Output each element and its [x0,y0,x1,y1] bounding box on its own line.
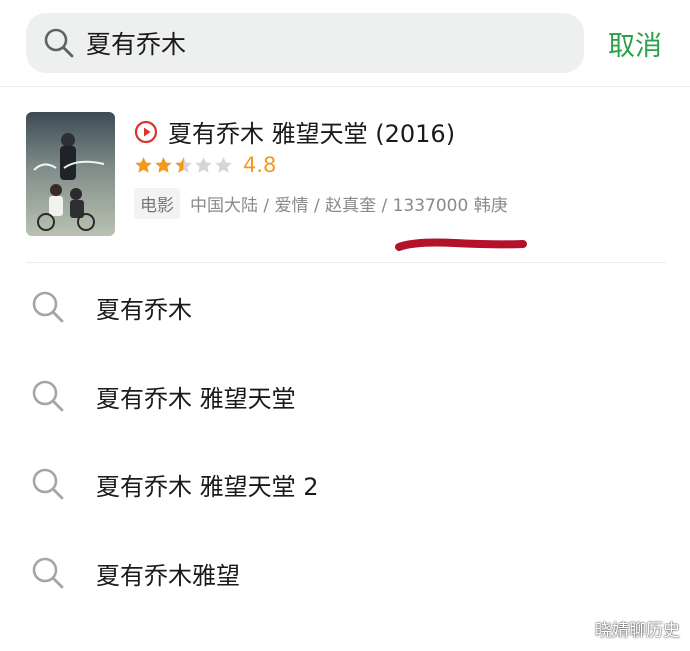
rating-stars [134,156,233,175]
divider [26,262,666,263]
suggestion-item[interactable]: 夏有乔木 雅望天堂 2 [26,454,666,514]
rating-score: 4.8 [243,153,277,177]
rating: 4.8 [134,153,276,177]
suggestion-label: 夏有乔木 雅望天堂 2 [96,472,319,501]
star-icon [215,156,232,173]
suggestion-item[interactable]: 夏有乔木 雅望天堂 [26,366,666,426]
movie-poster[interactable] [26,112,115,236]
star-icon [175,156,192,173]
search-icon [32,380,64,412]
search-bar[interactable]: 夏有乔木 [26,13,584,73]
movie-meta: 中国大陆 / 爱情 / 赵真奎 / 1337000 韩庚 [190,196,508,216]
star-icon [135,156,152,173]
star-icon [155,156,172,173]
suggestion-label: 夏有乔木雅望 [96,561,240,590]
search-icon [32,557,64,589]
suggestion-item[interactable]: 夏有乔木 [26,277,666,337]
search-icon [44,28,74,58]
suggestion-label: 夏有乔木 雅望天堂 [96,384,296,413]
search-input[interactable]: 夏有乔木 [86,25,186,61]
play-circle-icon [134,120,158,143]
type-tag: 电影 [134,188,180,219]
red-scribble-annotation [395,238,527,251]
divider [0,86,690,87]
search-icon [32,291,64,323]
suggestion-label: 夏有乔木 [96,295,192,324]
search-icon [32,468,64,500]
watermark: 晓婧聊历史 [595,621,680,641]
star-icon [195,156,212,173]
movie-title[interactable]: 夏有乔木 雅望天堂 (2016) [168,114,455,149]
movie-result-card[interactable]: 夏有乔木 雅望天堂 (2016) 4.8 电影 中国大陆 / 爱情 / 赵真奎 … [26,112,666,242]
cancel-button[interactable]: 取消 [608,24,662,63]
suggestion-item[interactable]: 夏有乔木雅望 [26,543,666,603]
